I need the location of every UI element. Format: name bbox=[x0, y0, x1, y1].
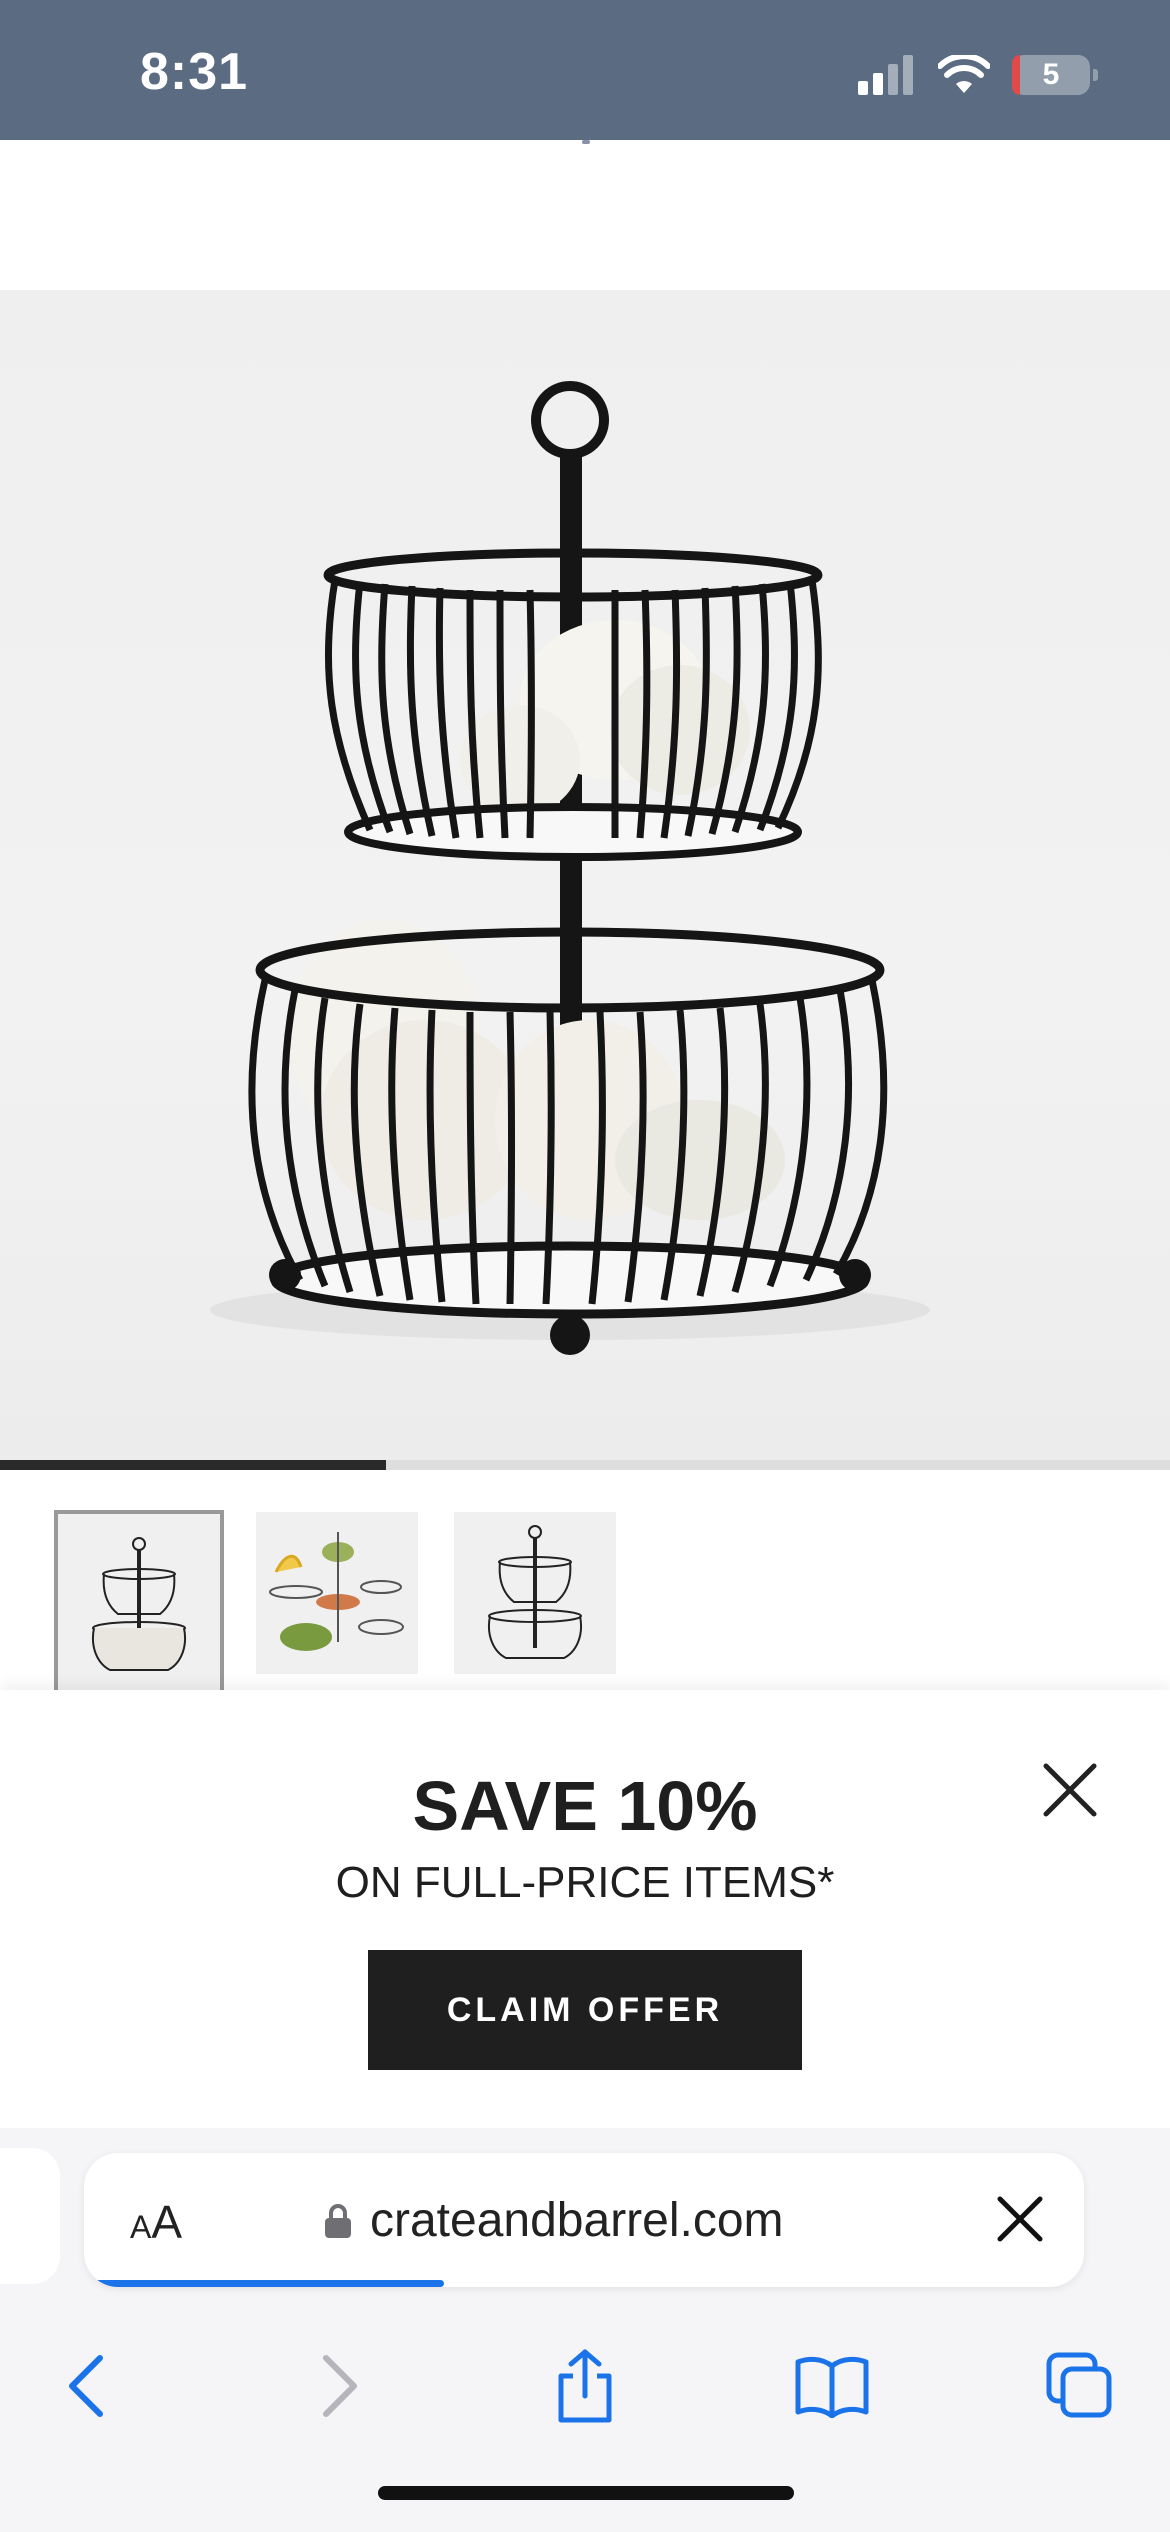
lock-icon bbox=[325, 2203, 351, 2238]
page-header-area bbox=[0, 140, 1170, 290]
bookmarks-button[interactable] bbox=[792, 2346, 872, 2426]
tabs-icon bbox=[1046, 2352, 1112, 2418]
back-icon bbox=[69, 2355, 103, 2417]
scroll-indicator bbox=[582, 140, 590, 144]
tabs-button[interactable] bbox=[1040, 2346, 1120, 2426]
forward-button[interactable] bbox=[300, 2346, 380, 2426]
cellular-signal-icon bbox=[858, 55, 913, 95]
share-icon bbox=[558, 2349, 612, 2423]
status-time: 8:31 bbox=[140, 43, 249, 101]
stop-loading-icon[interactable] bbox=[994, 2193, 1046, 2245]
forward-icon bbox=[323, 2355, 357, 2417]
share-button[interactable] bbox=[545, 2346, 625, 2426]
thumbnail-strip bbox=[0, 1470, 1170, 1708]
close-icon[interactable] bbox=[1040, 1760, 1100, 1820]
previous-tab-preview[interactable] bbox=[0, 2148, 60, 2284]
two-tier-wire-basket-image bbox=[210, 381, 930, 1355]
battery-level: 5 bbox=[1042, 58, 1060, 91]
thumbnail-3[interactable] bbox=[454, 1512, 616, 1674]
promo-banner: SAVE 10% ON FULL-PRICE ITEMS* CLAIM OFFE… bbox=[0, 1690, 1170, 2130]
address-bar[interactable]: AA crateandbarrel.com bbox=[84, 2153, 1084, 2287]
promo-title: SAVE 10% bbox=[412, 1767, 758, 1845]
battery-icon: 5 bbox=[1012, 55, 1098, 95]
status-bar: 8:31 5 bbox=[0, 0, 1170, 140]
wifi-icon bbox=[938, 55, 990, 93]
home-indicator[interactable] bbox=[378, 2486, 794, 2500]
status-icons: 5 bbox=[858, 50, 1098, 100]
url-text: crateandbarrel.com bbox=[370, 2194, 784, 2247]
url-display[interactable]: crateandbarrel.com bbox=[324, 2193, 784, 2248]
browser-chrome: AA crateandbarrel.com bbox=[0, 2128, 1170, 2532]
thumbnail-1[interactable] bbox=[54, 1510, 224, 1708]
gallery-progress-bar bbox=[0, 1460, 1170, 1470]
thumbnail-2[interactable] bbox=[256, 1512, 418, 1674]
claim-offer-button[interactable]: CLAIM OFFER bbox=[368, 1950, 802, 2070]
bookmarks-icon bbox=[795, 2356, 869, 2418]
product-main-image[interactable] bbox=[0, 290, 1170, 1460]
browser-toolbar bbox=[0, 2318, 1170, 2448]
back-button[interactable] bbox=[46, 2346, 126, 2426]
page-load-progress bbox=[84, 2280, 444, 2287]
gallery-progress-fill bbox=[0, 1460, 387, 1470]
promo-subtitle: ON FULL-PRICE ITEMS* bbox=[335, 1858, 835, 1907]
text-size-button[interactable]: AA bbox=[130, 2195, 182, 2249]
